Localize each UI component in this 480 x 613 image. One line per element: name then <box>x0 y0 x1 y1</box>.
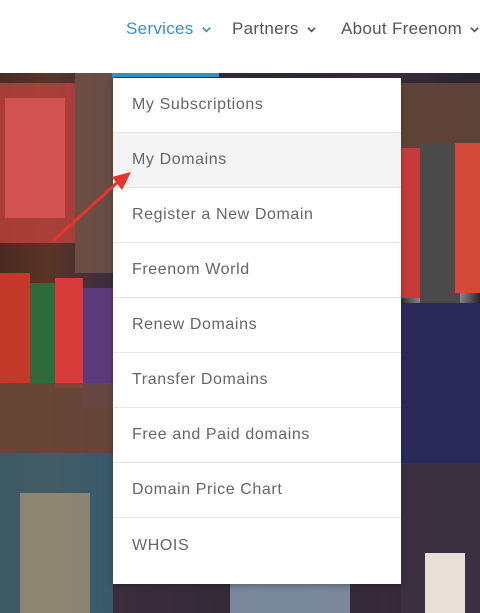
nav-partners-label: Partners <box>232 19 299 38</box>
chevron-down-icon <box>201 26 211 33</box>
nav-about-freenom[interactable]: About Freenom <box>341 18 480 40</box>
services-active-indicator <box>112 73 219 77</box>
nav-partners[interactable]: Partners <box>232 18 317 40</box>
services-dropdown-menu: My Subscriptions My Domains Register a N… <box>113 78 401 584</box>
menu-item-renew-domains[interactable]: Renew Domains <box>113 298 401 353</box>
menu-item-my-domains[interactable]: My Domains <box>113 133 401 188</box>
chevron-down-icon <box>306 26 316 33</box>
menu-item-domain-price-chart[interactable]: Domain Price Chart <box>113 463 401 518</box>
nav-services-label: Services <box>126 19 194 38</box>
nav-about-label: About Freenom <box>341 19 463 38</box>
menu-item-whois[interactable]: WHOIS <box>113 518 401 573</box>
menu-item-freenom-world[interactable]: Freenom World <box>113 243 401 298</box>
menu-item-transfer-domains[interactable]: Transfer Domains <box>113 353 401 408</box>
menu-item-register-new-domain[interactable]: Register a New Domain <box>113 188 401 243</box>
chevron-down-icon <box>470 26 479 33</box>
menu-item-my-subscriptions[interactable]: My Subscriptions <box>113 78 401 133</box>
top-navigation: Services Partners About Freenom <box>0 0 480 73</box>
menu-item-free-and-paid-domains[interactable]: Free and Paid domains <box>113 408 401 463</box>
nav-services[interactable]: Services <box>126 18 212 40</box>
